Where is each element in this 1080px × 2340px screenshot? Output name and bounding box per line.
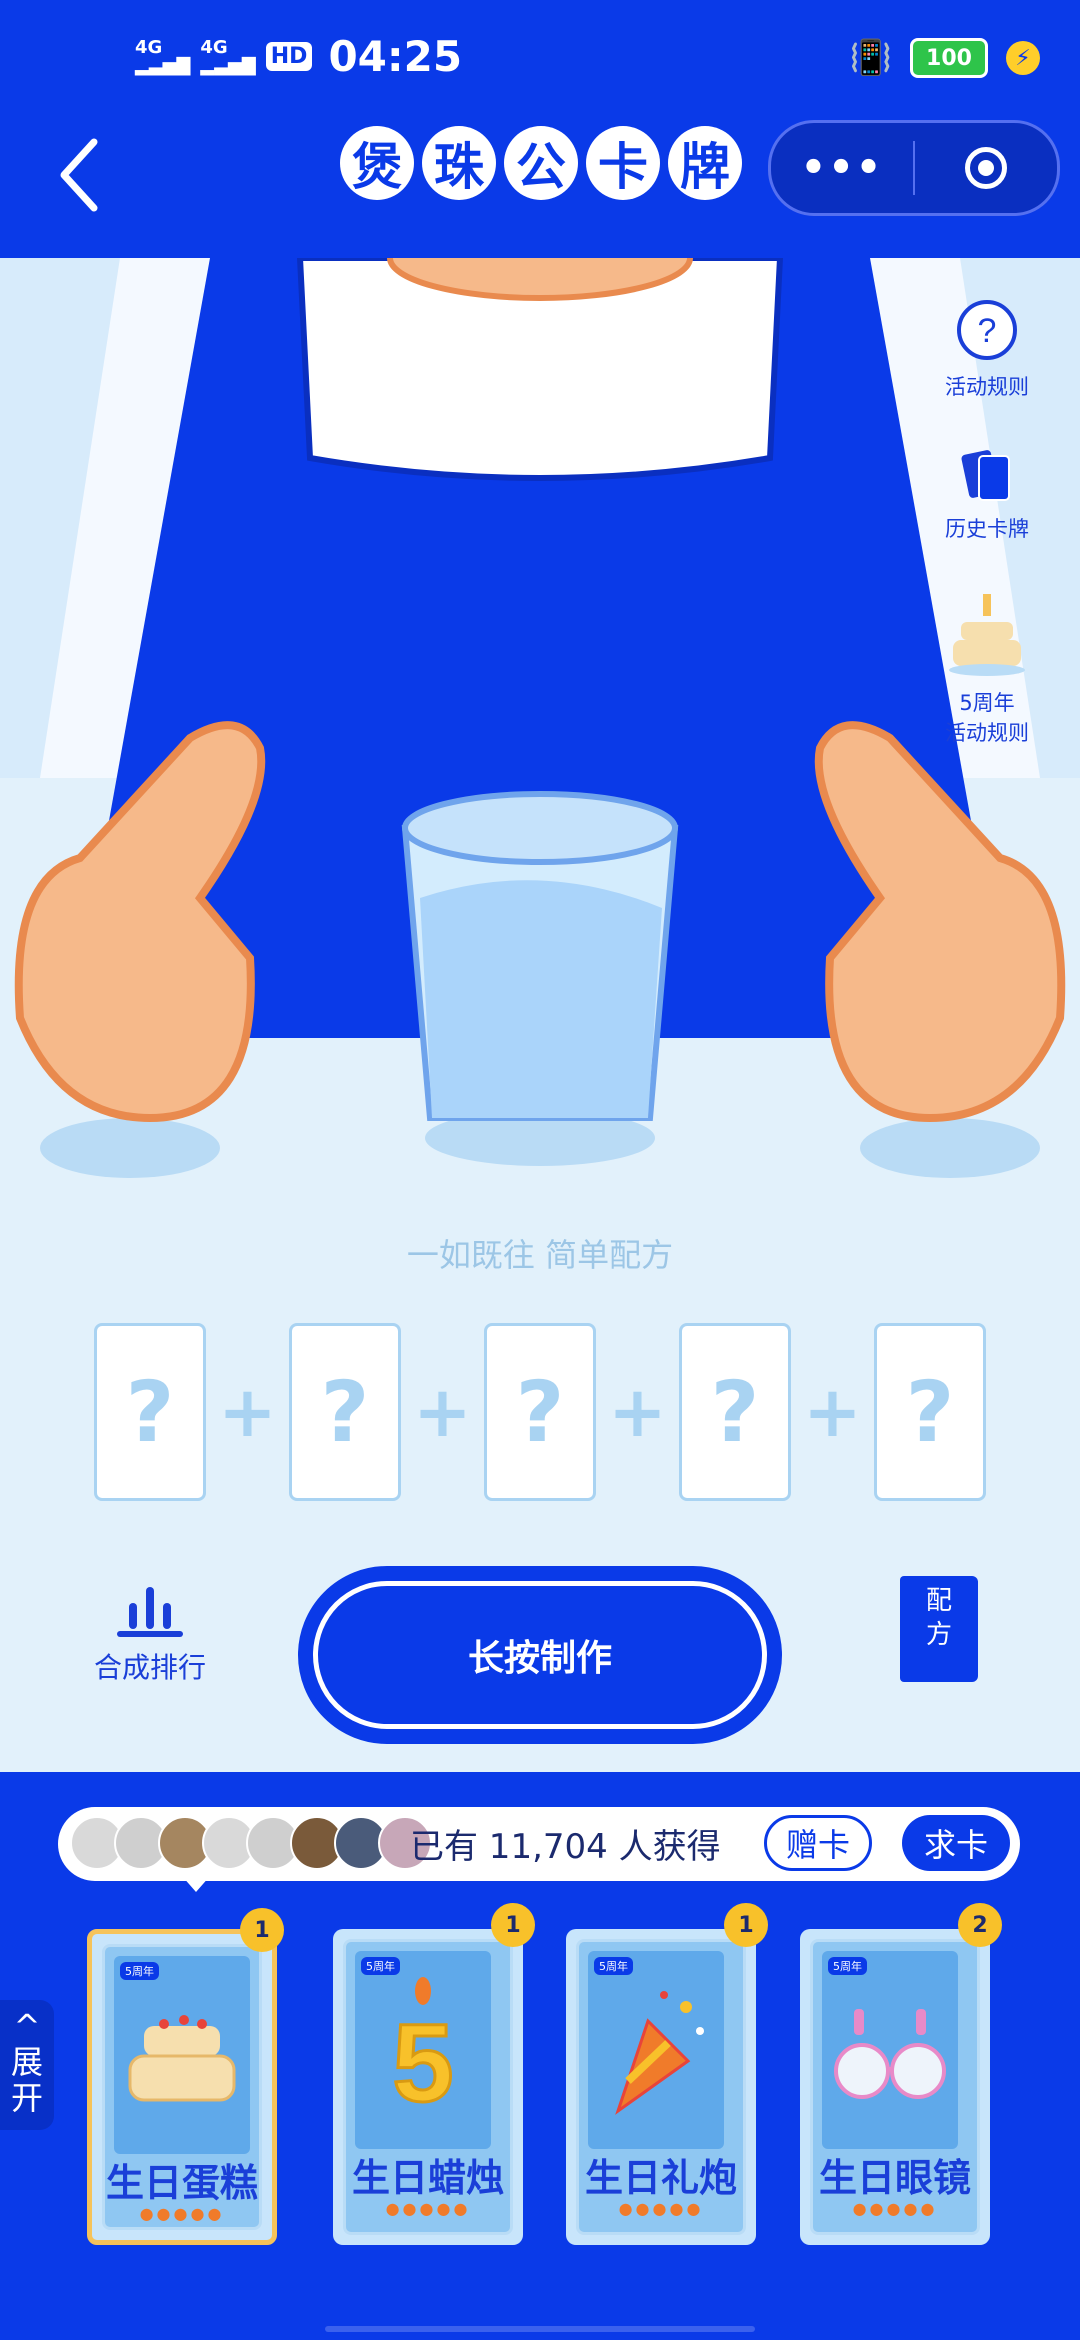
recipe-slots: ? + ? + ? + ? + ?: [94, 1323, 986, 1501]
rarity-flames: ●●●●●: [385, 2199, 471, 2218]
anniversary-label: 5周年: [959, 691, 1015, 715]
expand-label: ^展: [10, 2007, 43, 2081]
cards-stack-icon: [961, 450, 1010, 501]
battery-icon: 100: [910, 38, 988, 78]
card-name: 生日蛋糕: [105, 2161, 258, 2205]
owners-bar: 已有 11,704 人获得 赠卡 求卡: [58, 1807, 1020, 1881]
main-scene: ? 活动规则 历史卡牌 5周年 活动规则 一如既往 简单配方 ? + ? + ?…: [0, 258, 1080, 1773]
anniversary-tag: 5周年: [594, 1957, 633, 1975]
title-char: 珠: [422, 126, 496, 200]
expand-label-2: 开: [10, 2079, 43, 2117]
cellular-signal-icon: 4G ▂▃▅▇: [135, 36, 191, 76]
cake-icon: [128, 2015, 236, 2102]
card-birthday-candle[interactable]: 5周年 5 生日蜡烛 ●●●●● 1: [333, 1903, 535, 2245]
title-char: 公: [504, 126, 578, 200]
anniversary-rules-button[interactable]: 5周年 活动规则: [922, 588, 1052, 747]
plus-icon: +: [218, 1371, 277, 1453]
podium-icon: [117, 1587, 183, 1637]
status-time: 04:25: [328, 32, 463, 81]
owner-avatars: [70, 1816, 432, 1870]
close-miniapp-button[interactable]: [915, 147, 1057, 189]
request-card-button[interactable]: 求卡: [902, 1815, 1010, 1871]
charging-icon: ⚡: [1006, 41, 1040, 75]
bubble-pointer: [182, 1876, 210, 1892]
target-close-icon: [965, 147, 1007, 189]
card-party-popper[interactable]: 5周年 生日礼炮 ●●●●● 1: [566, 1903, 768, 2245]
recipe-slot[interactable]: ?: [484, 1323, 596, 1501]
card-name: 生日眼镜: [818, 2156, 971, 2200]
anniversary-tag: 5周年: [828, 1957, 867, 1975]
cellular-signal-icon-2: 4G ▂▃▅▇: [200, 36, 256, 76]
rules-label: 活动规则: [945, 375, 1029, 399]
home-indicator[interactable]: [325, 2326, 755, 2332]
rarity-flames: ●●●●●: [139, 2204, 225, 2223]
back-chevron-icon[interactable]: [50, 130, 110, 220]
candle-five-icon: 5: [391, 1977, 455, 2127]
gift-card-button[interactable]: 赠卡: [764, 1815, 872, 1871]
card-image: 5周年: [588, 1951, 724, 2149]
title-char: 卡: [586, 126, 660, 200]
chef-illustration: [0, 258, 1080, 1773]
page-title: 煲 珠 公 卡 牌: [340, 126, 742, 200]
anniversary-tag: 5周年: [120, 1962, 159, 1980]
make-button-label: 长按制作: [313, 1581, 767, 1729]
card-name: 生日蜡烛: [351, 2156, 504, 2200]
title-char: 煲: [340, 126, 414, 200]
more-options-button[interactable]: •••: [771, 145, 913, 191]
card-count-badge: 1: [240, 1908, 284, 1952]
card-collection-panel: 已有 11,704 人获得 赠卡 求卡 ^展 开 5周年 生日蛋糕 ●●●●● …: [0, 1772, 1080, 2340]
vibrate-icon: 📳: [849, 38, 892, 78]
history-label: 历史卡牌: [945, 517, 1029, 541]
recipe-label: 配: [925, 1586, 952, 1616]
anniversary-rules-label: 活动规则: [945, 721, 1029, 745]
card-image: 5周年: [114, 1956, 250, 2154]
rules-button[interactable]: ? 活动规则: [922, 298, 1052, 401]
recipe-book-button[interactable]: 配 方: [900, 1576, 978, 1682]
history-cards-button[interactable]: 历史卡牌: [922, 448, 1052, 543]
anniversary-tag: 5周年: [361, 1957, 400, 1975]
recipe-slot[interactable]: ?: [874, 1323, 986, 1501]
card-image: 5周年 5: [355, 1951, 491, 2149]
hd-voice-badge: HD: [265, 42, 313, 71]
card-count-badge: 1: [724, 1903, 768, 1947]
app-header: 煲 珠 公 卡 牌 •••: [0, 120, 1080, 260]
recipe-slot[interactable]: ?: [289, 1323, 401, 1501]
slogan-text: 一如既往 简单配方: [406, 1236, 674, 1274]
title-char: 牌: [668, 126, 742, 200]
long-press-make-button[interactable]: 长按制作: [298, 1566, 782, 1744]
card-birthday-glasses[interactable]: 5周年 生日眼镜 ●●●●● 2: [800, 1903, 1002, 2245]
ranking-label: 合成排行: [93, 1651, 206, 1684]
svg-text:?: ?: [978, 312, 997, 350]
party-popper-icon: [615, 1991, 704, 2115]
glasses-icon: [834, 2009, 946, 2099]
birthday-cake-icon: [949, 594, 1025, 676]
plus-icon: +: [413, 1371, 472, 1453]
svg-text:5: 5: [392, 2002, 453, 2125]
rarity-flames: ●●●●●: [852, 2199, 938, 2218]
question-circle-icon: ?: [957, 300, 1017, 360]
rarity-flames: ●●●●●: [618, 2199, 704, 2218]
card-count-badge: 1: [491, 1903, 535, 1947]
plus-icon: +: [608, 1371, 667, 1453]
miniapp-capsule: •••: [768, 120, 1060, 216]
recipe-slot[interactable]: ?: [679, 1323, 791, 1501]
card-image: 5周年: [822, 1951, 958, 2149]
card-name: 生日礼炮: [584, 2156, 737, 2200]
expand-button[interactable]: ^展 开: [0, 2000, 54, 2130]
card-birthday-cake[interactable]: 5周年 生日蛋糕 ●●●●● 1: [87, 1908, 284, 2245]
card-count-badge: 2: [958, 1903, 1002, 1947]
recipe-slot[interactable]: ?: [94, 1323, 206, 1501]
ranking-button[interactable]: 合成排行: [90, 1583, 210, 1686]
status-bar: 4G ▂▃▅▇ 4G ▂▃▅▇ HD 04:25 📳 100 ⚡: [0, 0, 1080, 120]
recipe-label-2: 方: [925, 1620, 952, 1650]
plus-icon: +: [803, 1371, 862, 1453]
owners-count-text: 已有 11,704 人获得: [410, 1827, 721, 1867]
